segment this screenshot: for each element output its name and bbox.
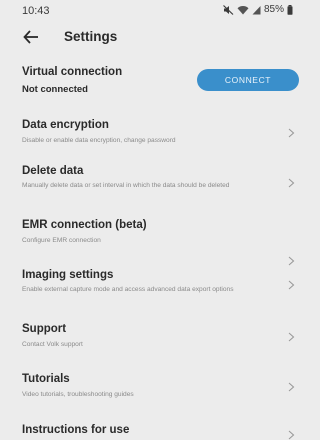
battery-percent: 85% [263,4,284,15]
status-icons: 85% [223,4,293,15]
settings-item-description: Configure EMR connection [22,237,101,244]
settings-item-description: Contact Volk support [22,341,83,348]
settings-item-instructions-for-use[interactable]: Instructions for use [0,420,307,440]
chevron-right-icon [288,430,295,440]
connection-status: Not connected [22,84,88,95]
virtual-connection-row: Virtual connection Not connected CONNECT [0,62,307,98]
settings-item-delete-data[interactable]: Delete data Manually delete data or set … [0,162,307,206]
status-bar: 10:43 85% [0,0,307,20]
app-header: Settings [0,22,307,52]
settings-item-title: Instructions for use [22,424,130,436]
settings-item-data-encryption[interactable]: Data encryption Disable or enable data e… [0,116,307,154]
settings-item-description: Disable or enable data encryption, chang… [22,137,176,144]
battery-icon [287,4,293,15]
chevron-right-icon [288,178,295,188]
settings-item-emr-connection[interactable]: EMR connection (beta) Configure EMR conn… [0,216,307,266]
settings-item-tutorials[interactable]: Tutorials Video tutorials, troubleshooti… [0,370,307,406]
chevron-right-icon [288,128,295,138]
settings-item-title: Imaging settings [22,269,114,281]
settings-item-title: EMR connection (beta) [22,219,147,231]
chevron-right-icon [288,332,295,342]
settings-item-description: Manually delete data or set interval in … [22,182,230,189]
settings-screen: 10:43 85% Settings Virtual connection No… [0,0,307,440]
mute-icon [223,4,234,15]
settings-item-title: Delete data [22,165,84,177]
back-arrow-icon[interactable] [22,28,40,46]
settings-item-imaging-settings[interactable]: Imaging settings Enable external capture… [0,266,307,306]
signal-icon [252,5,261,15]
chevron-right-icon [288,280,295,290]
settings-item-description: Video tutorials, troubleshooting guides [22,391,134,398]
chevron-right-icon [288,382,295,392]
settings-item-support[interactable]: Support Contact Volk support [0,320,307,356]
settings-item-title: Tutorials [22,373,70,385]
connect-button[interactable]: CONNECT [197,69,299,91]
settings-item-title: Support [22,323,67,335]
virtual-connection-title: Virtual connection [22,66,123,78]
wifi-icon [237,5,249,15]
page-title: Settings [64,29,118,44]
chevron-right-icon [288,256,295,266]
settings-item-title: Data encryption [22,119,109,131]
settings-item-description: Enable external capture mode and access … [22,286,234,293]
status-time: 10:43 [22,5,50,17]
